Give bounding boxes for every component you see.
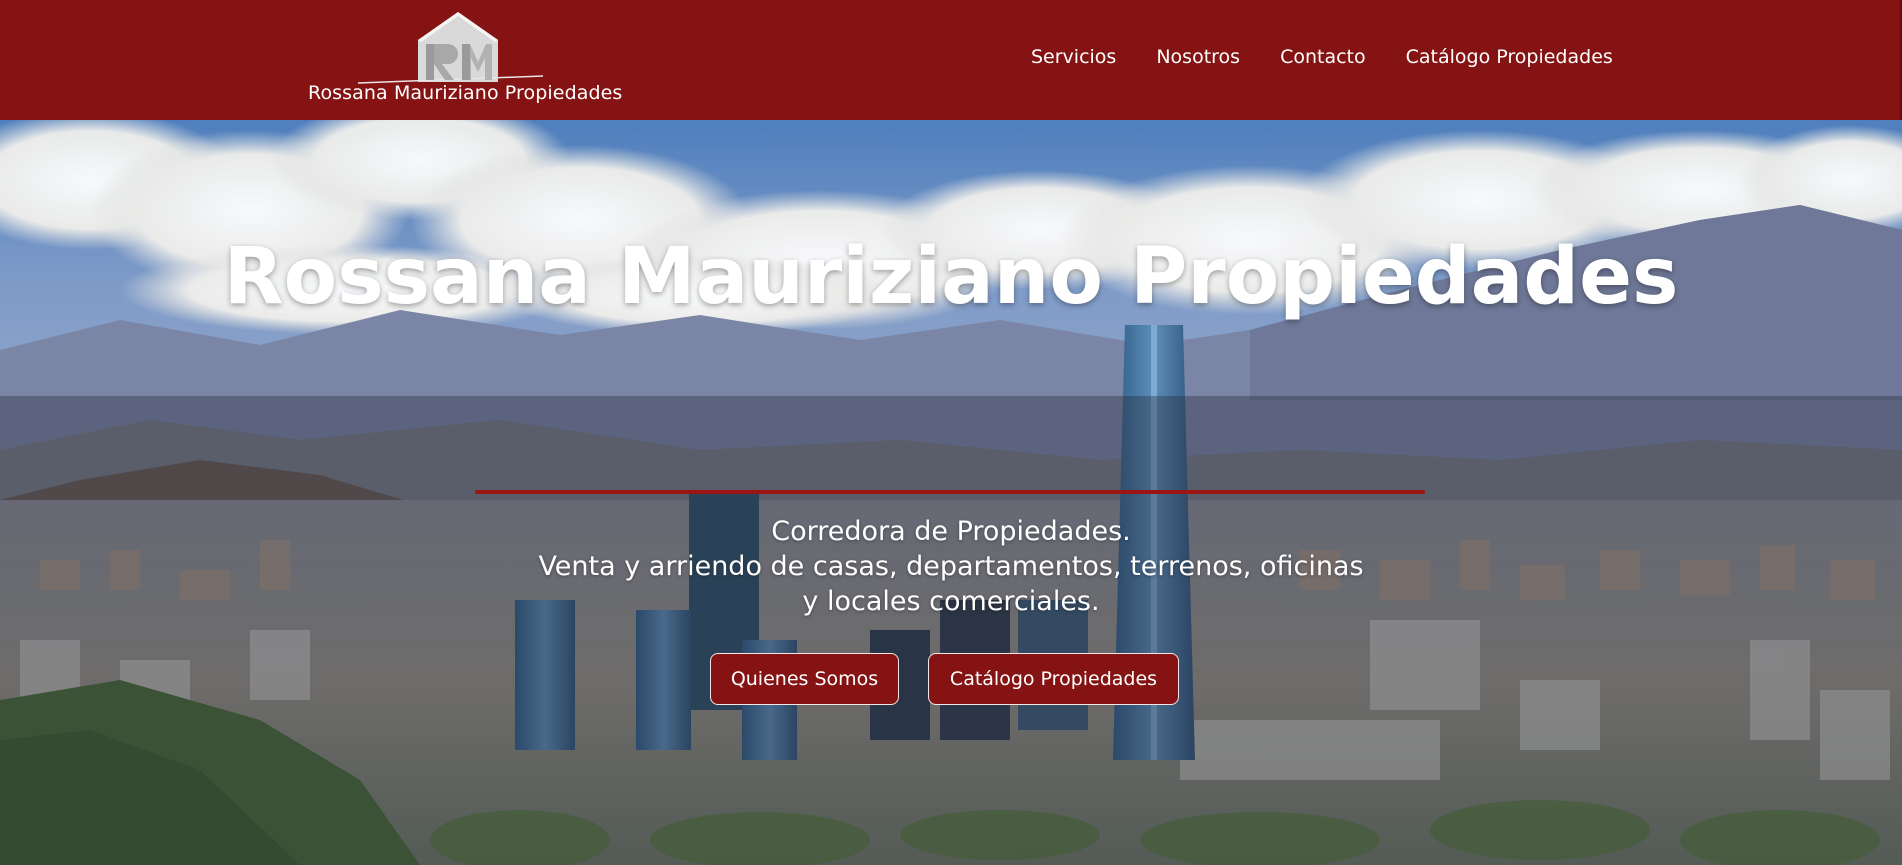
brand-logo[interactable]: Rossana Mauriziano Propiedades — [308, 10, 623, 106]
hero-subtitle: Corredora de Propiedades. — [771, 516, 1131, 547]
hero-section: Rossana Mauriziano Propiedades Corredora… — [0, 120, 1902, 865]
nav-link-servicios[interactable]: Servicios — [1031, 46, 1116, 68]
main-nav: Servicios Nosotros Contacto Catálogo Pro… — [1031, 46, 1613, 68]
nav-link-contacto[interactable]: Contacto — [1280, 46, 1366, 68]
brand-name: Rossana Mauriziano Propiedades — [308, 82, 623, 104]
hero-overlay — [0, 396, 1902, 865]
hero-description: Venta y arriendo de casas, departamentos… — [538, 551, 1364, 617]
site-header: Rossana Mauriziano Propiedades Servicios… — [0, 0, 1902, 120]
catalogo-propiedades-button[interactable]: Catálogo Propiedades — [928, 653, 1179, 705]
quienes-somos-button[interactable]: Quienes Somos — [710, 653, 899, 705]
hero-title: Rossana Mauriziano Propiedades — [223, 232, 1679, 322]
nav-link-nosotros[interactable]: Nosotros — [1156, 46, 1240, 68]
title-underline — [475, 490, 1425, 494]
nav-link-catalogo[interactable]: Catálogo Propiedades — [1406, 46, 1613, 68]
house-rm-logo-icon — [358, 12, 544, 84]
